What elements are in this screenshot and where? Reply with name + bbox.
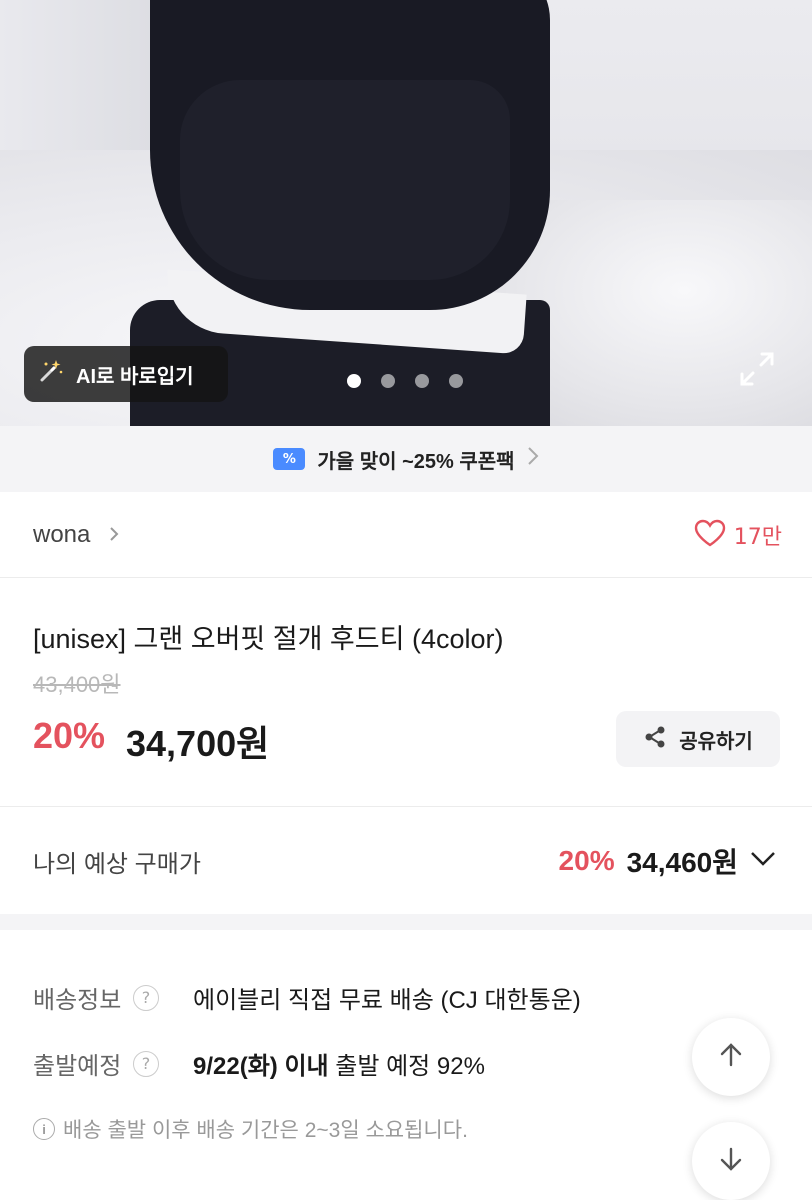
carousel-dot[interactable]: [449, 374, 463, 388]
sale-price: 34,700원: [126, 723, 270, 764]
shipping-note-text: 배송 출발 이후 배송 기간은 2~3일 소요됩니다.: [63, 1119, 468, 1142]
carousel-dot[interactable]: [381, 374, 395, 388]
product-info: [unisex] 그랜 오버핏 절개 후드티 (4color) 43,400원 …: [0, 579, 812, 807]
original-price: 43,400원: [33, 672, 121, 697]
chevron-right-icon: [527, 446, 539, 472]
seller-row: wona 17만: [0, 492, 812, 578]
coupon-icon: %: [273, 448, 306, 470]
like-count: 17만: [733, 524, 782, 550]
departure-date: 9/22(화) 이내: [193, 1053, 329, 1080]
carousel-indicator: [347, 374, 463, 388]
expected-price-label: 나의 예상 구매가: [33, 850, 201, 878]
info-icon: i: [33, 1118, 55, 1140]
help-icon[interactable]: ?: [133, 984, 159, 1011]
coupon-banner-text: 가을 맞이 ~25% 쿠폰팩: [317, 450, 515, 473]
shipping-note: i 배송 출발 이후 배송 기간은 2~3일 소요됩니다.: [33, 1114, 468, 1144]
product-image-carousel[interactable]: AI로 바로입기: [0, 0, 812, 426]
carousel-dot[interactable]: [415, 374, 429, 388]
fullscreen-expand-icon[interactable]: [738, 350, 776, 388]
carousel-dot[interactable]: [347, 374, 361, 388]
departure-rate: 출발 예정 92%: [328, 1053, 485, 1080]
ai-try-on-button[interactable]: AI로 바로입기: [24, 346, 228, 402]
departure-value: 9/22(화) 이내 출발 예정 92%: [193, 1046, 485, 1081]
ai-try-on-label: AI로 바로입기: [76, 365, 194, 388]
shipping-info-value: 에이블리 직접 무료 배송 (CJ 대한통운): [193, 987, 581, 1014]
seller-store-link[interactable]: wona: [33, 521, 119, 549]
product-title: [unisex] 그랜 오버핏 절개 후드티 (4color): [33, 624, 504, 654]
help-icon[interactable]: ?: [133, 1050, 159, 1077]
magic-wand-icon: [38, 358, 64, 390]
model-hoodie-pocket: [180, 80, 510, 280]
expected-price-row[interactable]: 나의 예상 구매가 20% 34,460원: [0, 808, 812, 914]
arrow-up-icon: [717, 1041, 745, 1073]
scroll-up-button[interactable]: [692, 1018, 770, 1096]
shipping-info-label: 배송정보: [33, 987, 122, 1014]
coupon-pack-banner[interactable]: % 가을 맞이 ~25% 쿠폰팩: [0, 426, 812, 492]
expected-discount: 20%: [558, 845, 615, 876]
chevron-right-icon: [109, 525, 119, 547]
departure-label: 출발예정: [33, 1053, 122, 1080]
chevron-down-icon: [750, 851, 776, 871]
expected-amount: 34,460원: [626, 847, 738, 878]
section-divider: [0, 914, 812, 930]
seller-name: wona: [33, 520, 91, 548]
heart-icon: [694, 519, 726, 551]
share-icon: [643, 725, 667, 753]
discount-rate: 20%: [33, 715, 106, 756]
shipping-info-row: 배송정보 ? 에이블리 직접 무료 배송 (CJ 대한통운): [33, 980, 581, 1015]
shipping-section: 배송정보 ? 에이블리 직접 무료 배송 (CJ 대한통운) 출발예정 ? 9/…: [0, 930, 812, 1200]
arrow-down-icon: [717, 1145, 745, 1177]
departure-row: 출발예정 ? 9/22(화) 이내 출발 예정 92%: [33, 1046, 485, 1081]
scroll-down-button[interactable]: [692, 1122, 770, 1200]
share-button[interactable]: 공유하기: [616, 711, 780, 767]
like-button[interactable]: 17만: [694, 519, 782, 551]
expected-price-value: 20% 34,460원: [559, 841, 776, 881]
share-label: 공유하기: [679, 730, 753, 753]
